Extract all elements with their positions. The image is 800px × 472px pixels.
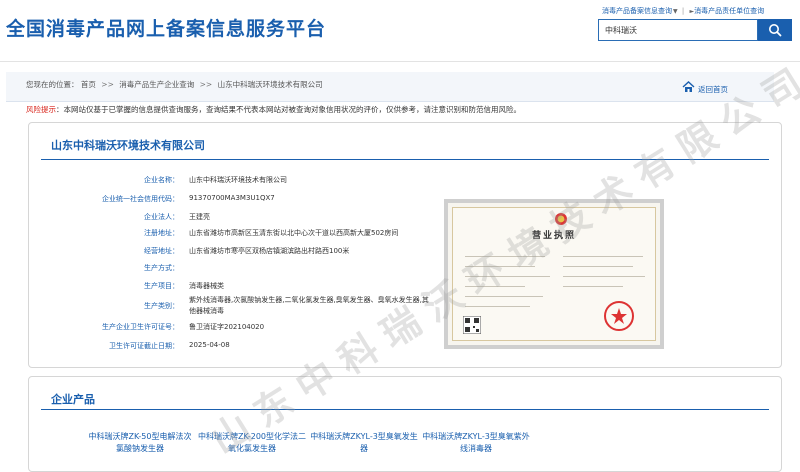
field-value-legal-person: 王建亮: [189, 213, 210, 221]
business-license-image[interactable]: 营业执照: [444, 199, 664, 349]
link-separator: |: [681, 7, 685, 15]
field-value-registered-address: 山东省潍坊市高新区玉清东街以北中心次干道以西高新大厦502房间: [189, 229, 399, 237]
field-label-production-item: 生产项目：: [144, 282, 179, 290]
license-text-line: [465, 256, 545, 257]
product-item[interactable]: 中科瑞沃牌ZK-200型化学法二氧化氯发生器: [197, 431, 307, 455]
products-divider: [41, 409, 769, 410]
breadcrumb-prefix: 您现在的位置：: [26, 80, 79, 89]
company-title: 山东中科瑞沃环境技术有限公司: [51, 139, 205, 152]
field-label-registered-address: 注册地址：: [144, 229, 179, 237]
top-links: 消毒产品备案信息查询▼ | ►消毒产品责任单位查询: [602, 6, 764, 16]
site-header: 全国消毒产品网上备案信息服务平台 消毒产品备案信息查询▼ | ►消毒产品责任单位…: [0, 0, 800, 62]
field-label-company-name: 企业名称：: [144, 176, 179, 184]
company-products-card: 企业产品 中科瑞沃牌ZK-50型电解法次氯酸钠发生器 中科瑞沃牌ZK-200型化…: [28, 376, 782, 472]
field-label-license-expiry: 卫生许可证截止日期：: [109, 342, 179, 350]
back-home-label[interactable]: 返回首页: [698, 84, 728, 95]
risk-notice: 风险提示：本网站仅基于已掌握的信息提供查询服务，查询结果不代表本网站对被查询对象…: [26, 104, 521, 115]
breadcrumb-bar: 您现在的位置： 首页 >> 消毒产品生产企业查询 >> 山东中科瑞沃环境技术有限…: [6, 72, 774, 102]
company-detail-card: 山东中科瑞沃环境技术有限公司 企业名称： 山东中科瑞沃环境技术有限公司 企业统一…: [28, 122, 782, 368]
license-title: 营业执照: [531, 231, 576, 241]
breadcrumb: 您现在的位置： 首页 >> 消毒产品生产企业查询 >> 山东中科瑞沃环境技术有限…: [26, 79, 323, 90]
back-home-link[interactable]: 返回首页: [682, 78, 728, 95]
search-icon: [769, 24, 782, 37]
product-item[interactable]: 中科瑞沃牌ZK-50型电解法次氯酸钠发生器: [85, 431, 195, 455]
breadcrumb-separator: >>: [199, 80, 213, 89]
license-text-line: [465, 296, 543, 297]
license-text-line: [465, 306, 530, 307]
license-text-line: [563, 286, 623, 287]
product-item[interactable]: 中科瑞沃牌ZKYL-3型臭氧发生器: [309, 431, 419, 455]
page: 全国消毒产品网上备案信息服务平台 消毒产品备案信息查询▼ | ►消毒产品责任单位…: [0, 0, 800, 472]
risk-text: ：本网站仅基于已掌握的信息提供查询服务，查询结果不代表本网站对被查询对象信用状况…: [56, 105, 521, 114]
field-value-license-expiry: 2025-04-08: [189, 341, 230, 349]
title-divider: [41, 159, 769, 160]
license-frame: 营业执照: [452, 207, 656, 341]
field-label-production-category: 生产类别：: [144, 302, 179, 310]
search-input[interactable]: [598, 19, 758, 41]
breadcrumb-home[interactable]: 首页: [81, 80, 96, 89]
field-value-license-number: 鲁卫消证字202104020: [189, 323, 265, 331]
breadcrumb-manufacturer-query[interactable]: 消毒产品生产企业查询: [119, 80, 194, 89]
license-text-line: [465, 276, 550, 277]
field-label-credit-code: 企业统一社会信用代码：: [102, 195, 179, 203]
field-value-company-name: 山东中科瑞沃环境技术有限公司: [189, 176, 287, 184]
national-emblem-icon: [555, 213, 567, 225]
breadcrumb-current: 山东中科瑞沃环境技术有限公司: [217, 80, 323, 89]
field-value-production-category: 紫外线消毒器,次氯酸钠发生器,二氧化氯发生器,臭氧发生器、臭氧水发生器,其他器械…: [189, 296, 429, 315]
product-item[interactable]: 中科瑞沃牌ZKYL-3型臭氧紫外线消毒器: [421, 431, 531, 455]
field-label-business-address: 经营地址：: [144, 247, 179, 255]
field-label-legal-person: 企业法人：: [144, 213, 179, 221]
license-text-line: [465, 286, 525, 287]
field-label-license-number: 生产企业卫生许可证号：: [102, 323, 179, 331]
field-value-production-item: 消毒器械类: [189, 282, 224, 290]
license-text-line: [563, 276, 645, 277]
breadcrumb-separator: >>: [101, 80, 114, 89]
site-title[interactable]: 全国消毒产品网上备案信息服务平台: [6, 14, 326, 41]
risk-label: 风险提示: [26, 105, 56, 114]
product-record-query-link[interactable]: 消毒产品备案信息查询: [602, 7, 672, 15]
field-value-credit-code: 91370700MA3M3U1QX7: [189, 194, 275, 202]
license-text-line: [465, 266, 535, 267]
license-text-line: [563, 266, 633, 267]
qr-code-icon: [463, 316, 481, 334]
products-title: 企业产品: [51, 393, 95, 406]
search-button[interactable]: [758, 19, 792, 41]
dropdown-caret-icon: ▼: [673, 8, 678, 15]
field-label-production-method: 生产方式：: [144, 264, 179, 272]
official-seal-icon: [604, 301, 634, 331]
field-value-business-address: 山东省潍坊市寒亭区双杨店镇湖滨路出村路西100米: [189, 247, 350, 255]
home-icon: [682, 80, 695, 92]
license-text-line: [563, 256, 643, 257]
responsible-unit-query-link[interactable]: 消毒产品责任单位查询: [694, 7, 764, 15]
